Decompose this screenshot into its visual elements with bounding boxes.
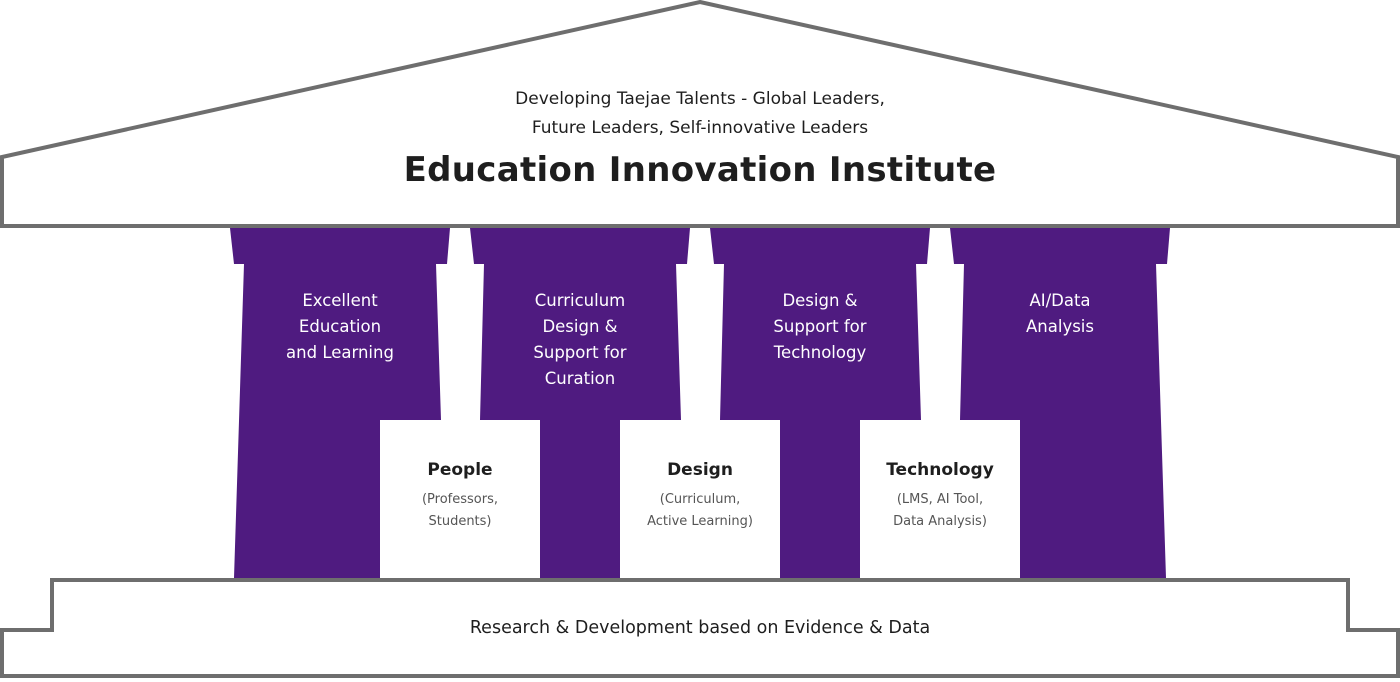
arch-technology-desc-line: Data Analysis) [893,514,987,529]
arch-design-desc: (Curriculum, Active Learning) [620,489,780,533]
pillar-2-label-line: Support for [533,343,627,362]
roof-subtitle-line1: Developing Taejae Talents - Global Leade… [515,89,885,109]
arch-technology-desc: (LMS, AI Tool, Data Analysis) [860,489,1020,533]
arch-people-title: People [427,460,493,480]
roof-subtitle-line2: Future Leaders, Self-innovative Leaders [531,118,869,138]
arch-design-desc-line: (Curriculum, [659,492,741,507]
pillar-2-label-line: Design & [542,317,618,336]
pillar-2-label-line: Curriculum [534,291,626,310]
arch-technology-desc-line: (LMS, AI Tool, [896,492,984,507]
pillar-3-label-line: Design & [782,291,858,310]
pillar-1-label-line: Education [298,317,382,336]
base-label: Research & Development based on Evidence… [469,618,931,638]
pillar-4-label-line: Analysis [1026,317,1094,336]
pillar-3-label-line: Technology [773,343,867,362]
pillar-1-label-line: Excellent [302,291,378,310]
arch-people-desc-line: (Professors, [421,492,499,507]
pillar-3-label: Design & Support for Technology [730,288,910,366]
pillar-3-label-line: Support for [773,317,867,336]
pillar-1-label-line: and Learning [286,343,394,362]
pillar-4-label: AI/Data Analysis [970,288,1150,340]
temple-diagram: Developing Taejae Talents - Global Leade… [0,0,1400,678]
roof-title: Education Innovation Institute [403,150,997,190]
pillar-2-label-line: Curation [544,369,616,388]
arch-design-title: Design [667,460,733,480]
arch-people-desc-line: Students) [428,514,492,529]
arch-technology-title: Technology [886,460,994,480]
pillar-4-label-line: AI/Data [1029,291,1091,310]
pillar-1-label: Excellent Education and Learning [250,288,430,366]
roof-subtitle: Developing Taejae Talents - Global Leade… [300,85,1100,143]
pillar-2-label: Curriculum Design & Support for Curation [490,288,670,392]
arch-design-desc-line: Active Learning) [647,514,753,529]
arch-people-desc: (Professors, Students) [380,489,540,533]
